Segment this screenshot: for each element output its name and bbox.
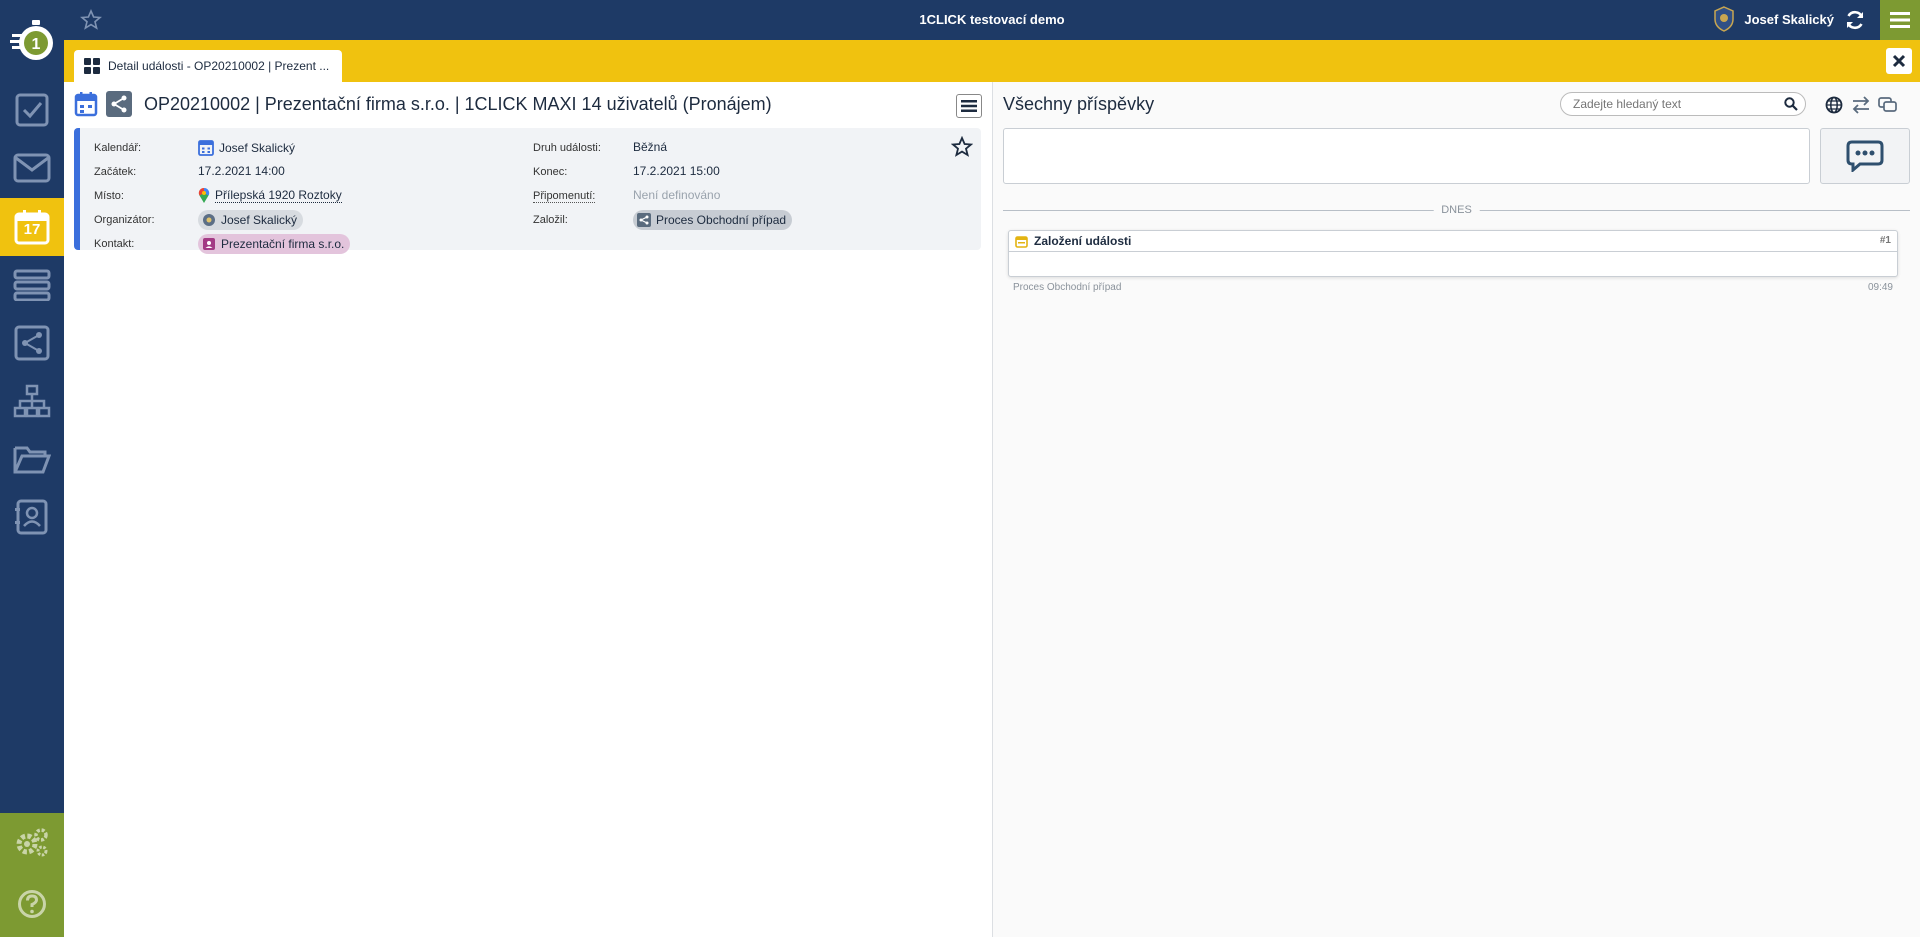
event-title: OP20210002 | Prezentační firma s.r.o. | … bbox=[144, 93, 772, 114]
reminder-label: Připomenutí: bbox=[533, 190, 596, 203]
created-by-chip[interactable]: Proces Obchodní případ bbox=[633, 210, 793, 230]
process-icon bbox=[14, 325, 50, 361]
post-number: #1 bbox=[1879, 235, 1891, 246]
list-menu-icon bbox=[961, 100, 977, 112]
mail-icon bbox=[13, 153, 51, 183]
sidebar-item-settings[interactable] bbox=[0, 813, 64, 871]
contact-label: Kontakt: bbox=[94, 238, 135, 250]
place-label: Místo: bbox=[94, 190, 124, 202]
calendar-label: Kalendář: bbox=[94, 142, 142, 154]
map-pin-icon bbox=[198, 187, 210, 203]
created-by-value[interactable]: Proces Obchodní případ bbox=[633, 210, 793, 230]
organizer-name: Josef Skalický bbox=[221, 213, 298, 227]
end-label: Konec: bbox=[533, 166, 568, 178]
user-name: Josef Skalický bbox=[1744, 11, 1834, 27]
place-address-link[interactable]: Přílepská 1920 Roztoky bbox=[215, 188, 342, 203]
stopwatch-logo-icon: 1 bbox=[10, 20, 53, 60]
process-small-icon bbox=[637, 213, 651, 227]
sidebar-item-org-chart[interactable] bbox=[0, 372, 64, 430]
hamburger-icon bbox=[1890, 12, 1910, 28]
calendar-value[interactable]: Josef Skalický bbox=[198, 139, 295, 156]
post-title: Založení události bbox=[1034, 234, 1132, 248]
main-sidebar: 1 17 bbox=[0, 0, 64, 937]
tabs-bar: Detail události - OP20210002 | Prezent .… bbox=[64, 40, 1920, 82]
calendar-day-badge: 17 bbox=[23, 221, 41, 238]
created-by-name: Proces Obchodní případ bbox=[656, 213, 787, 227]
detail-menu-button[interactable] bbox=[956, 94, 982, 118]
start-value: 17.2.2021 14:00 bbox=[198, 164, 285, 178]
reminder-value: Není definováno bbox=[633, 188, 721, 202]
help-icon bbox=[18, 890, 46, 918]
new-post-textarea[interactable] bbox=[1003, 128, 1810, 184]
event-detail-panel: OP20210002 | Prezentační firma s.r.o. | … bbox=[64, 82, 992, 937]
created-by-label: Založil: bbox=[533, 214, 568, 226]
sidebar-item-tasks[interactable] bbox=[0, 81, 64, 139]
sidebar-item-mail[interactable] bbox=[0, 139, 64, 197]
detail-header: OP20210002 | Prezentační firma s.r.o. | … bbox=[74, 90, 992, 118]
feed-panel: Všechny příspěvky DNES Založení události… bbox=[993, 82, 1920, 937]
send-post-button[interactable] bbox=[1820, 128, 1910, 184]
post-time: 09:49 bbox=[1867, 282, 1893, 293]
end-value: 17.2.2021 15:00 bbox=[633, 164, 720, 178]
sidebar-bottom bbox=[0, 813, 64, 937]
tab-label: Detail události - OP20210002 | Prezent .… bbox=[108, 59, 330, 73]
contacts-icon bbox=[15, 499, 48, 535]
user-gear-avatar-icon bbox=[203, 214, 215, 226]
app-title: 1CLICK testovací demo bbox=[919, 12, 1065, 27]
post-author[interactable]: Proces Obchodní případ bbox=[1013, 282, 1121, 293]
close-tab-button[interactable] bbox=[1886, 48, 1912, 74]
sidebar-item-documents[interactable] bbox=[0, 430, 64, 488]
org-chart-icon bbox=[13, 384, 51, 418]
folder-icon bbox=[13, 446, 51, 474]
records-icon bbox=[13, 269, 51, 301]
start-label: Začátek: bbox=[94, 166, 137, 178]
user-menu[interactable]: Josef Skalický bbox=[1712, 6, 1834, 32]
svg-text:1: 1 bbox=[32, 36, 41, 53]
contact-card-icon bbox=[203, 238, 215, 250]
day-separator: DNES bbox=[1003, 204, 1910, 218]
search-icon[interactable] bbox=[1784, 97, 1798, 111]
close-icon bbox=[1892, 54, 1906, 68]
tasks-icon bbox=[15, 93, 49, 127]
day-separator-label: DNES bbox=[1433, 204, 1480, 216]
calendar-owner-name: Josef Skalický bbox=[219, 140, 296, 155]
organizer-label: Organizátor: bbox=[94, 214, 155, 226]
sidebar-item-contacts[interactable] bbox=[0, 488, 64, 546]
app-logo[interactable]: 1 bbox=[0, 0, 64, 80]
main-menu-button[interactable] bbox=[1880, 0, 1920, 40]
calendar-small-icon bbox=[198, 140, 214, 156]
feed-title: Všechny příspěvky bbox=[1003, 94, 1155, 114]
settings-icon bbox=[16, 828, 48, 857]
avatar bbox=[1714, 6, 1735, 32]
top-bar: 1CLICK testovací demo Josef Skalický bbox=[64, 0, 1920, 40]
feed-search-input[interactable] bbox=[1560, 92, 1806, 116]
calendar-post-icon bbox=[1015, 235, 1028, 248]
comment-dots-icon bbox=[1846, 140, 1884, 172]
dashboard-grid-icon bbox=[84, 58, 100, 74]
contact-chip[interactable]: Prezentační firma s.r.o. bbox=[198, 234, 351, 254]
event-type-value: Běžná bbox=[633, 140, 668, 154]
organizer-chip[interactable]: Josef Skalický bbox=[198, 210, 304, 230]
organizer-value[interactable]: Josef Skalický bbox=[198, 210, 304, 230]
process-badge-icon[interactable] bbox=[106, 91, 132, 117]
sidebar-item-records[interactable] bbox=[0, 256, 64, 314]
globe-icon[interactable] bbox=[1825, 96, 1843, 114]
sidebar-item-process[interactable] bbox=[0, 314, 64, 372]
sidebar-item-calendar[interactable]: 17 bbox=[0, 198, 64, 256]
calendar-event-icon bbox=[74, 92, 98, 117]
post-meta: Proces Obchodní případ 09:49 bbox=[1013, 282, 1893, 293]
post-header: Založení události bbox=[1009, 231, 1897, 252]
tab-event-detail[interactable]: Detail události - OP20210002 | Prezent .… bbox=[74, 50, 342, 82]
favorite-event-star-icon[interactable] bbox=[951, 136, 973, 158]
place-value[interactable]: Přílepská 1920 Roztoky bbox=[198, 187, 342, 204]
contact-value[interactable]: Prezentační firma s.r.o. bbox=[198, 234, 351, 254]
sort-arrows-icon[interactable] bbox=[1851, 96, 1871, 114]
event-info-card: Kalendář: Josef Skalický Začátek: 17.2.2… bbox=[74, 128, 981, 254]
sidebar-item-help[interactable] bbox=[0, 875, 64, 933]
chat-bubbles-icon[interactable] bbox=[1878, 96, 1898, 114]
event-type-label: Druh události: bbox=[533, 142, 601, 154]
feed-post[interactable]: Založení události #1 bbox=[1008, 230, 1898, 277]
refresh-icon[interactable] bbox=[1844, 9, 1866, 31]
contact-name: Prezentační firma s.r.o. bbox=[221, 237, 345, 251]
